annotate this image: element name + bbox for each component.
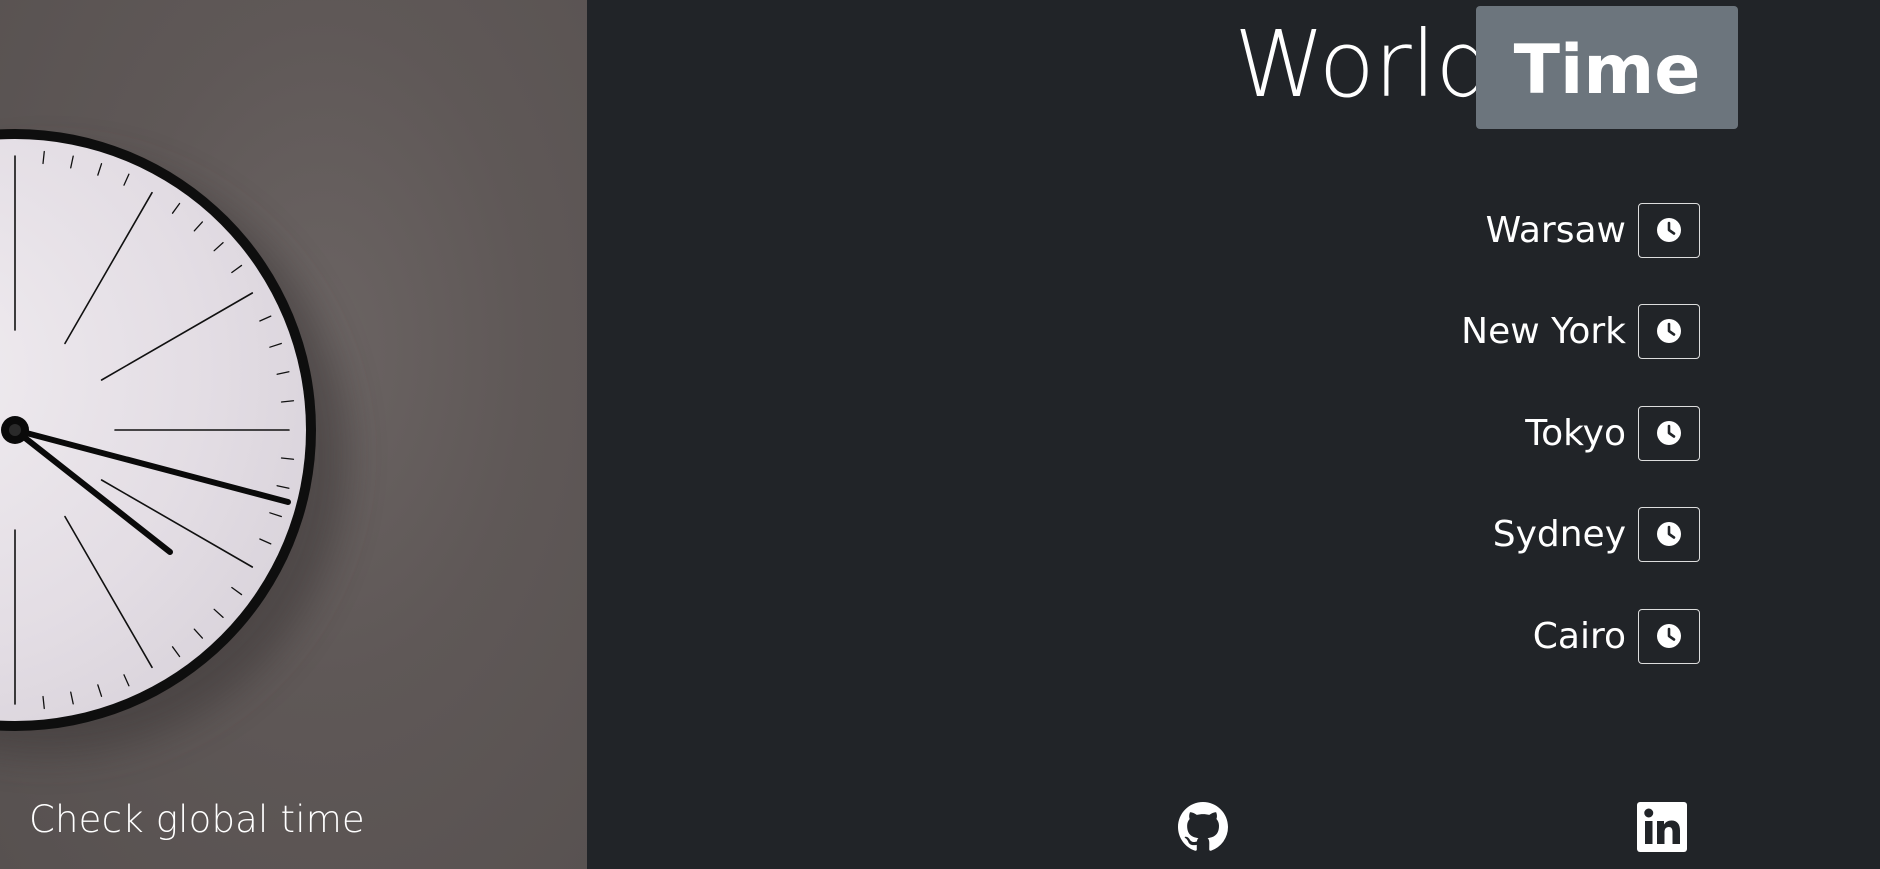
sydney-clock-button[interactable] xyxy=(1638,506,1700,562)
warsaw-clock-button[interactable] xyxy=(1638,202,1700,258)
city-row-sydney: Sydney xyxy=(1493,505,1700,563)
page-title-world: World xyxy=(1234,11,1494,118)
city-label: Sydney xyxy=(1492,513,1626,555)
city-row-warsaw: Warsaw xyxy=(1486,201,1700,259)
github-icon xyxy=(1178,802,1228,851)
city-label: New York xyxy=(1461,310,1626,352)
clock-icon xyxy=(1657,319,1681,343)
page-title-time: Time xyxy=(1513,30,1701,110)
clock-icon xyxy=(1657,522,1681,546)
wall-clock-image xyxy=(0,129,348,755)
clock-icon xyxy=(1657,624,1681,648)
city-label: Cairo xyxy=(1532,615,1626,657)
cairo-clock-button[interactable] xyxy=(1638,608,1700,664)
tagline-text: Check global time xyxy=(29,798,365,841)
linkedin-link[interactable] xyxy=(1637,802,1687,856)
city-row-cairo: Cairo xyxy=(1533,607,1700,665)
tokyo-clock-button[interactable] xyxy=(1638,405,1700,461)
city-row-tokyo: Tokyo xyxy=(1525,404,1700,462)
github-link[interactable] xyxy=(1178,802,1228,856)
page-title-badge: Time xyxy=(1476,6,1738,129)
clock-icon xyxy=(1657,218,1681,242)
linkedin-icon xyxy=(1637,802,1687,852)
new-york-clock-button[interactable] xyxy=(1638,303,1700,359)
city-label: Warsaw xyxy=(1485,209,1626,251)
hero-panel: Check global time xyxy=(0,0,587,869)
clock-icon xyxy=(1657,421,1681,445)
city-row-new-york: New York xyxy=(1461,302,1700,360)
city-label: Tokyo xyxy=(1525,412,1626,454)
